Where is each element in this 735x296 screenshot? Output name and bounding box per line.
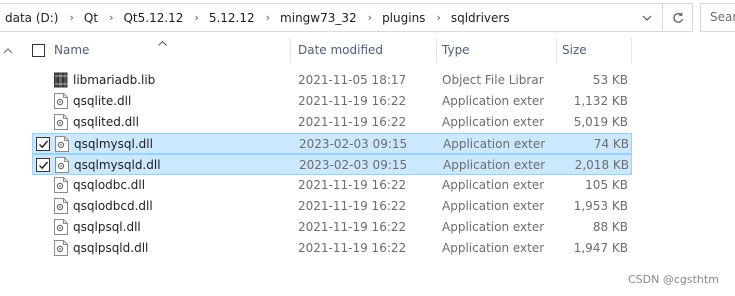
select-all-checkbox[interactable] xyxy=(32,44,45,57)
file-row[interactable]: qsqlodbcd.dll 2021-11-19 16:22 Applicati… xyxy=(32,196,632,217)
chevron-right-icon[interactable]: › xyxy=(436,11,440,24)
column-type[interactable]: Type xyxy=(442,43,470,57)
file-type: Application exten... xyxy=(442,199,544,213)
crumb-version[interactable]: 5.12.12 xyxy=(208,11,256,25)
file-size: 74 KB xyxy=(593,137,629,151)
file-type: Application exten... xyxy=(442,241,544,255)
file-row-selected[interactable]: qsqlmysql.dll 2023-02-03 09:15 Applicati… xyxy=(32,133,632,154)
address-bar[interactable]: data (D:) › Qt › Qt5.12.12 › 5.12.12 › m… xyxy=(0,3,663,32)
file-row[interactable]: qsqlodbc.dll 2021-11-19 16:22 Applicatio… xyxy=(32,175,632,196)
file-size: 1,132 KB xyxy=(573,94,628,108)
file-type: Application exten... xyxy=(442,220,544,234)
file-name[interactable]: qsqlite.dll xyxy=(73,94,293,108)
column-header: Name Date modified Type Size xyxy=(24,38,644,64)
refresh-icon xyxy=(672,12,683,23)
library-file-icon xyxy=(54,72,68,88)
chevron-right-icon[interactable]: › xyxy=(266,11,270,24)
file-size: 1,953 KB xyxy=(573,199,628,213)
dll-file-icon xyxy=(55,157,69,173)
file-row[interactable]: qsqlpsql.dll 2021-11-19 16:22 Applicatio… xyxy=(32,217,632,238)
file-size: 1,947 KB xyxy=(573,241,628,255)
chevron-right-icon[interactable]: › xyxy=(194,11,198,24)
watermark: CSDN @cgsthtm xyxy=(628,273,719,286)
column-date-modified[interactable]: Date modified xyxy=(298,43,383,57)
sort-ascending-icon xyxy=(158,35,167,49)
file-name[interactable]: qsqlmysqld.dll xyxy=(74,158,294,172)
dll-file-icon xyxy=(54,219,68,235)
file-date: 2021-11-05 18:17 xyxy=(298,73,407,87)
crumb-qt[interactable]: Qt xyxy=(83,11,99,25)
column-divider[interactable] xyxy=(290,38,291,64)
column-divider[interactable] xyxy=(631,38,632,64)
dll-file-icon xyxy=(54,177,68,193)
chevron-right-icon[interactable]: › xyxy=(109,11,113,24)
file-row[interactable]: libmariadb.lib 2021-11-05 18:17 Object F… xyxy=(32,70,632,91)
file-date: 2021-11-19 16:22 xyxy=(298,94,407,108)
file-name[interactable]: qsqlmysql.dll xyxy=(74,137,294,151)
row-checkbox[interactable] xyxy=(36,158,50,172)
file-type: Object File Library xyxy=(442,73,544,87)
file-row[interactable]: qsqlited.dll 2021-11-19 16:22 Applicatio… xyxy=(32,112,632,133)
file-type: Application exten... xyxy=(442,94,544,108)
file-type: Application exten... xyxy=(442,178,544,192)
file-size: 88 KB xyxy=(592,220,628,234)
file-size: 53 KB xyxy=(592,73,628,87)
file-date: 2021-11-19 16:22 xyxy=(298,115,407,129)
file-type: Application exten... xyxy=(443,158,545,172)
file-date: 2021-11-19 16:22 xyxy=(298,220,407,234)
file-date: 2021-11-19 16:22 xyxy=(298,199,407,213)
search-input[interactable] xyxy=(701,4,735,24)
crumb-compiler[interactable]: mingw73_32 xyxy=(279,11,358,25)
crumb-qt-version[interactable]: Qt5.12.12 xyxy=(122,11,184,25)
search-box[interactable] xyxy=(700,3,735,32)
file-size: 2,018 KB xyxy=(574,158,629,172)
file-row-selected[interactable]: qsqlmysqld.dll 2023-02-03 09:15 Applicat… xyxy=(32,154,632,175)
address-toolbar: data (D:) › Qt › Qt5.12.12 › 5.12.12 › m… xyxy=(0,0,735,35)
file-type: Application exten... xyxy=(442,115,544,129)
file-name[interactable]: qsqlodbc.dll xyxy=(73,178,293,192)
column-divider[interactable] xyxy=(556,38,557,64)
file-size: 105 KB xyxy=(585,178,628,192)
crumb-sqldrivers[interactable]: sqldrivers xyxy=(450,11,511,25)
column-size[interactable]: Size xyxy=(562,43,587,57)
file-name[interactable]: qsqlpsql.dll xyxy=(73,220,293,234)
dll-file-icon xyxy=(55,136,69,152)
crumb-plugins[interactable]: plugins xyxy=(381,11,426,25)
chevron-right-icon[interactable]: › xyxy=(70,11,74,24)
dll-file-icon xyxy=(54,93,68,109)
scroll-up-icon[interactable] xyxy=(3,43,13,57)
dll-file-icon xyxy=(54,198,68,214)
file-date: 2023-02-03 09:15 xyxy=(299,158,408,172)
checkmark-icon xyxy=(39,161,49,170)
checkmark-icon xyxy=(39,140,49,149)
chevron-down-icon xyxy=(642,15,652,21)
dll-file-icon xyxy=(54,114,68,130)
file-row[interactable]: qsqlite.dll 2021-11-19 16:22 Application… xyxy=(32,91,632,112)
address-history-button[interactable] xyxy=(635,7,659,28)
file-name[interactable]: qsqlited.dll xyxy=(73,115,293,129)
file-row[interactable]: qsqlpsqld.dll 2021-11-19 16:22 Applicati… xyxy=(32,238,632,259)
file-date: 2021-11-19 16:22 xyxy=(298,178,407,192)
file-type: Application exten... xyxy=(443,137,545,151)
column-name[interactable]: Name xyxy=(54,43,89,57)
file-name[interactable]: qsqlodbcd.dll xyxy=(73,199,293,213)
file-date: 2021-11-19 16:22 xyxy=(298,241,407,255)
refresh-button[interactable] xyxy=(663,3,693,32)
file-date: 2023-02-03 09:15 xyxy=(299,137,408,151)
breadcrumb: data (D:) › Qt › Qt5.12.12 › 5.12.12 › m… xyxy=(4,4,511,31)
file-size: 5,019 KB xyxy=(573,115,628,129)
file-name[interactable]: qsqlpsqld.dll xyxy=(73,241,293,255)
crumb-drive[interactable]: data (D:) xyxy=(4,11,60,25)
dll-file-icon xyxy=(54,240,68,256)
file-name[interactable]: libmariadb.lib xyxy=(73,73,293,87)
chevron-right-icon[interactable]: › xyxy=(368,11,372,24)
row-checkbox[interactable] xyxy=(36,137,50,151)
navigation-pane[interactable] xyxy=(0,35,16,296)
column-divider[interactable] xyxy=(436,38,437,64)
